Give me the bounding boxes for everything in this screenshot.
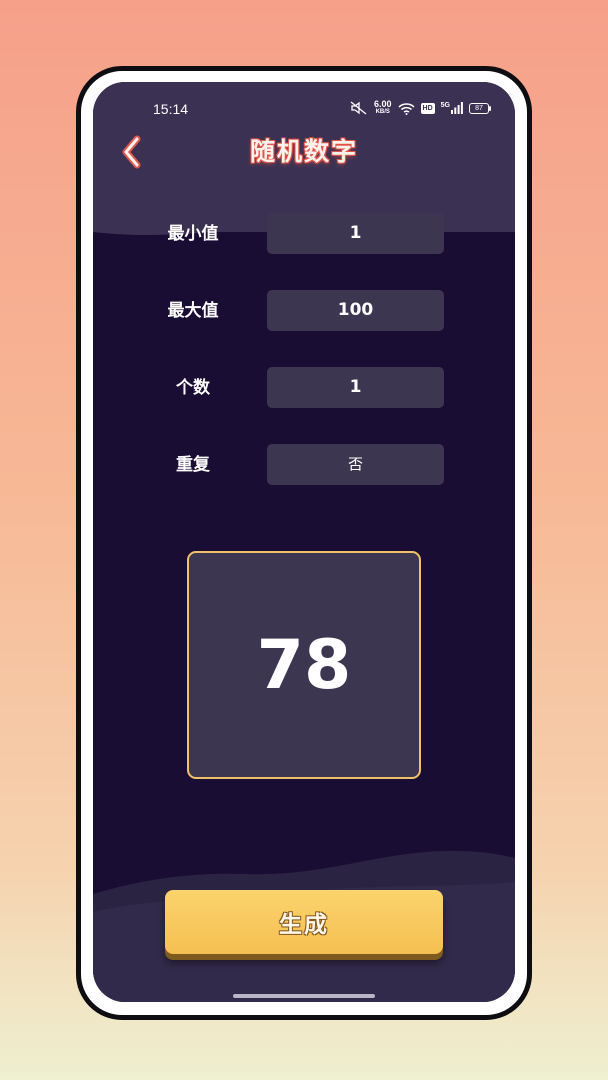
min-value-row: 最小值 1: [93, 213, 515, 255]
network-speed-value: 6.00: [374, 99, 392, 109]
max-value-input[interactable]: 100: [267, 290, 444, 331]
status-bar: 15:14 6.00 KB/S HD 5G 87: [93, 82, 515, 122]
generate-button[interactable]: 生成: [165, 890, 443, 954]
home-indicator[interactable]: [233, 994, 375, 998]
network-speed-unit: KB/S: [375, 109, 390, 115]
count-row: 个数 1: [93, 367, 515, 409]
result-display: 78: [187, 551, 421, 779]
max-value-row: 最大值 100: [93, 290, 515, 332]
min-value-input[interactable]: 1: [267, 213, 444, 254]
count-input[interactable]: 1: [267, 367, 444, 408]
result-number: 78: [256, 625, 352, 705]
hd-badge: HD: [420, 102, 435, 114]
signal-type: 5G: [440, 102, 450, 109]
repeat-label: 重复: [176, 455, 210, 475]
min-value-label: 最小值: [167, 224, 219, 244]
max-value-label: 最大值: [167, 301, 219, 321]
cell-signal: 5G: [441, 102, 463, 114]
signal-bars-icon: [451, 102, 463, 114]
status-time: 15:14: [153, 101, 189, 117]
status-icons: 6.00 KB/S HD 5G 87: [350, 99, 491, 117]
page-title: 随机数字: [249, 137, 358, 166]
battery-level: 87: [475, 104, 483, 112]
count-label: 个数: [176, 378, 210, 398]
app-screen: 15:14 6.00 KB/S HD 5G 87 随机数字 最小值 1 最大值 …: [93, 82, 515, 1002]
network-speed: 6.00 KB/S: [374, 100, 392, 116]
battery-indicator: 87: [469, 102, 491, 114]
repeat-row: 重复 否: [93, 444, 515, 486]
wifi-icon: [397, 102, 415, 115]
repeat-select[interactable]: 否: [267, 444, 444, 485]
mute-icon: [350, 101, 367, 115]
